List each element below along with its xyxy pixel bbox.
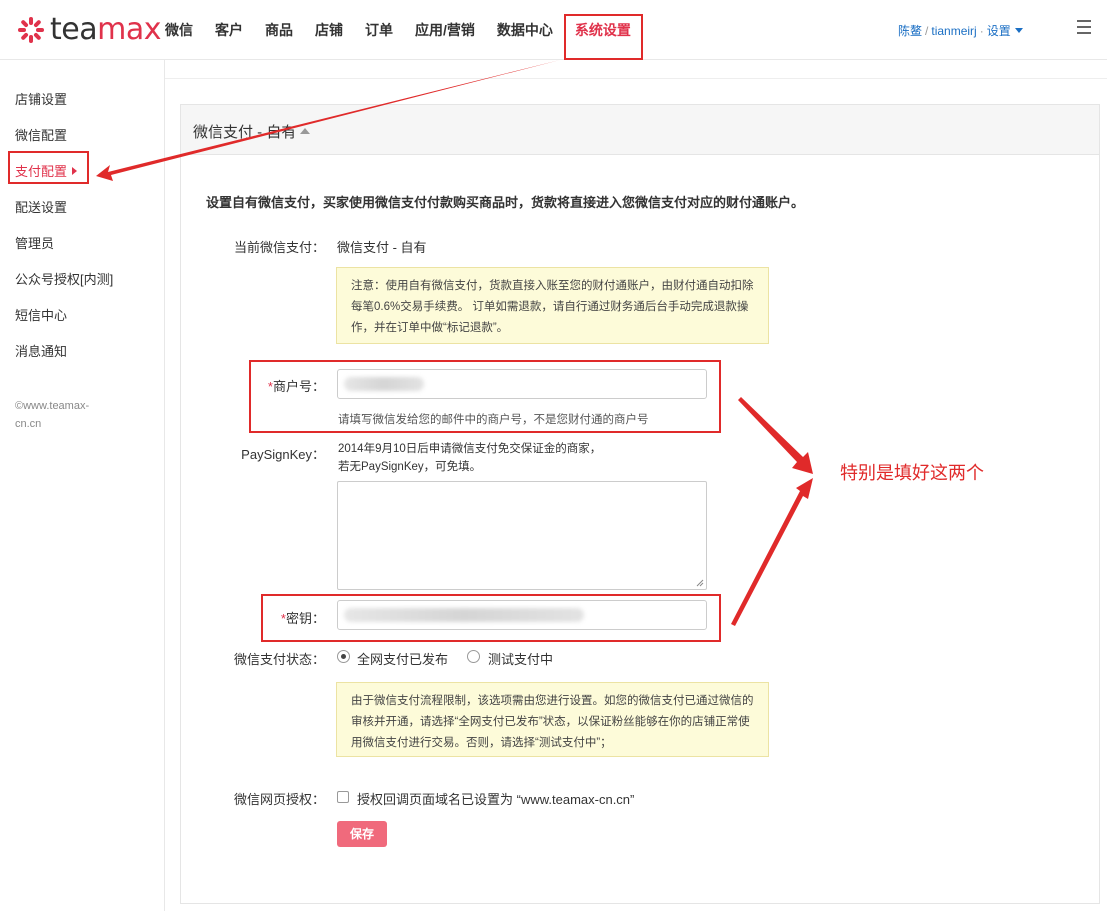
current-pay-value: 微信支付 - 自有 <box>337 240 427 255</box>
separator: / <box>925 24 929 38</box>
user-menu[interactable]: 陈鳌 / tianmeirj · 设置 <box>898 22 1023 39</box>
save-button[interactable]: 保存 <box>337 821 387 847</box>
flower-logo-icon <box>18 17 44 43</box>
current-pay-label: 当前微信支付： <box>233 240 325 255</box>
pay-status-label: 微信支付状态： <box>233 652 325 667</box>
user-name[interactable]: 陈鳌 <box>898 24 922 38</box>
highlight-box-nav <box>563 14 643 60</box>
separator-dot: · <box>979 24 984 38</box>
caret-down-icon[interactable] <box>1014 28 1023 33</box>
collapse-up-icon[interactable] <box>300 128 311 134</box>
copyright: ©www.teamax-cn.cn <box>15 400 90 430</box>
paysignkey-hint-line1: 2014年9月10日后申请微信支付免交保证金的商家， <box>338 443 602 455</box>
nav-data-center[interactable]: 数据中心 <box>486 0 564 60</box>
sidebar-item-sms-center[interactable]: 短信中心 <box>15 305 67 324</box>
notice-status: 由于微信支付流程限制，该选项需由您进行设置。如您的微信支付已通过微信的审核并开通… <box>336 682 769 757</box>
sidebar-item-store-settings[interactable]: 店铺设置 <box>15 89 67 108</box>
paysignkey-textarea[interactable] <box>337 481 707 590</box>
main-nav: 微信 客户 商品 店铺 订单 应用/营销 数据中心 系统设置 <box>164 0 643 60</box>
resize-handle-icon[interactable] <box>696 579 704 587</box>
nav-system-settings[interactable]: 系统设置 <box>563 0 643 60</box>
nav-store[interactable]: 店铺 <box>304 0 354 60</box>
settings-link[interactable]: 设置 <box>987 24 1011 38</box>
sidebar-item-official-account-auth[interactable]: 公众号授权[内测] <box>15 269 113 288</box>
radio-testing[interactable] <box>467 650 480 663</box>
sidebar: 店铺设置 微信配置 支付配置 配送设置 管理员 公众号授权[内测] 短信中心 消… <box>0 60 165 911</box>
paysignkey-label: PaySignKey： <box>241 447 325 462</box>
web-auth-checkbox-label[interactable]: 授权回调页面域名已设置为 “www.teamax-cn.cn” <box>357 789 634 808</box>
sidebar-item-notifications[interactable]: 消息通知 <box>15 341 67 360</box>
highlight-box-merchant <box>249 360 721 433</box>
sidebar-item-wechat-config[interactable]: 微信配置 <box>15 125 67 144</box>
paysignkey-hint-line2: 若无PaySignKey，可免填。 <box>338 461 482 473</box>
web-auth-label: 微信网页授权： <box>233 792 325 807</box>
notice-fee: 注意：使用自有微信支付，货款直接入账至您的财付通账户，由财付通自动扣除每笔0.6… <box>336 267 769 344</box>
nav-products[interactable]: 商品 <box>254 0 304 60</box>
highlight-box-sidebar <box>8 151 89 184</box>
sidebar-item-admins[interactable]: 管理员 <box>15 233 54 252</box>
option-published-label[interactable]: 全网支付已发布 <box>357 649 448 668</box>
radio-published[interactable] <box>337 650 350 663</box>
annotation-text: 特别是填好这两个 <box>840 463 984 483</box>
nav-orders[interactable]: 订单 <box>354 0 404 60</box>
nav-apps-marketing[interactable]: 应用/营销 <box>404 0 486 60</box>
hamburger-menu-icon[interactable] <box>1077 20 1091 38</box>
panel-title[interactable]: 微信支付 - 自有 <box>193 121 311 142</box>
option-testing-label[interactable]: 测试支付中 <box>488 649 553 668</box>
top-navbar: teamax 微信 客户 商品 店铺 订单 应用/营销 数据中心 系统设置 陈鳌… <box>0 0 1107 60</box>
nav-customers[interactable]: 客户 <box>204 0 254 60</box>
web-auth-checkbox[interactable] <box>337 791 349 803</box>
logo-text: teamax <box>50 12 161 47</box>
sidebar-item-delivery[interactable]: 配送设置 <box>15 197 67 216</box>
user-account[interactable]: tianmeirj <box>931 24 976 38</box>
page-description: 设置自有微信支付，买家使用微信支付付款购买商品时，货款将直接进入您微信支付对应的… <box>206 195 805 210</box>
highlight-box-secret <box>261 594 721 642</box>
panel-header: 微信支付 - 自有 <box>181 105 1099 155</box>
nav-wechat[interactable]: 微信 <box>164 0 204 60</box>
panel-title-text: 微信支付 - 自有 <box>193 124 297 141</box>
teamax-logo[interactable]: teamax <box>16 12 161 48</box>
